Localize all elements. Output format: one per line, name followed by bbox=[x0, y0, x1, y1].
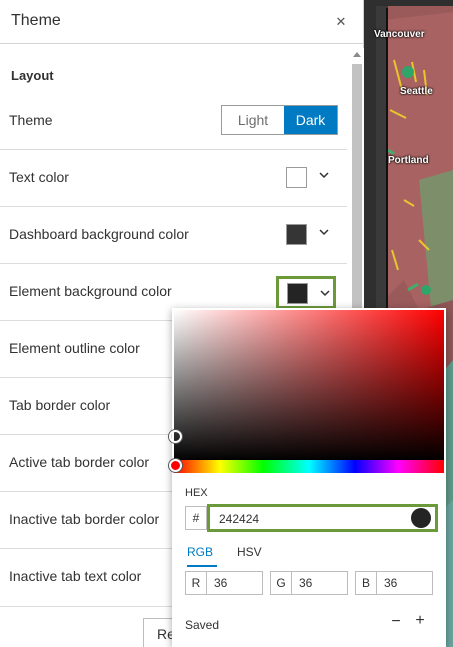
hex-input-group: # bbox=[185, 504, 438, 532]
chevron-down-icon bbox=[320, 290, 330, 297]
chevron-down-icon bbox=[319, 229, 329, 236]
hex-input[interactable] bbox=[219, 510, 399, 528]
channel-label: R bbox=[185, 571, 207, 595]
hex-field-frame bbox=[207, 504, 438, 532]
map-label-vancouver: Vancouver bbox=[374, 29, 425, 40]
color-swatch bbox=[286, 167, 307, 188]
setting-row-dashboard-background-color: Dashboard background color bbox=[0, 207, 347, 264]
channel-g-input[interactable] bbox=[292, 571, 348, 595]
channel-b: B bbox=[355, 571, 433, 595]
color-swatch bbox=[286, 224, 307, 245]
scroll-up-arrow-icon[interactable] bbox=[353, 52, 361, 57]
hex-hash-prefix: # bbox=[185, 506, 207, 530]
saturation-value-handle[interactable] bbox=[169, 430, 182, 443]
color-picker-popover: HEX # RGB HSV R G B Saved − + bbox=[169, 308, 446, 647]
setting-label: Element background color bbox=[9, 283, 172, 299]
hue-slider-handle[interactable] bbox=[169, 459, 182, 472]
setting-label: Text color bbox=[9, 169, 69, 185]
current-color-preview bbox=[411, 508, 431, 528]
chevron-down-icon bbox=[319, 172, 329, 179]
channel-label: B bbox=[355, 571, 377, 595]
theme-toggle[interactable]: Light Dark bbox=[221, 105, 338, 135]
saved-colors-label: Saved bbox=[185, 618, 220, 632]
setting-label: Active tab border color bbox=[9, 454, 150, 470]
tab-hsv[interactable]: HSV bbox=[237, 545, 267, 567]
setting-label: Inactive tab border color bbox=[9, 511, 160, 527]
panel-header: Theme ✕ bbox=[0, 0, 363, 44]
text-color-picker-button[interactable] bbox=[280, 163, 336, 193]
hex-label: HEX bbox=[185, 487, 208, 499]
channel-b-input[interactable] bbox=[377, 571, 433, 595]
element-background-color-picker-button[interactable] bbox=[276, 276, 336, 309]
color-swatch bbox=[287, 283, 308, 304]
channel-r-input[interactable] bbox=[207, 571, 263, 595]
channel-g: G bbox=[270, 571, 348, 595]
close-button[interactable]: ✕ bbox=[330, 12, 352, 32]
setting-label: Element outline color bbox=[9, 340, 140, 356]
theme-label: Theme bbox=[9, 112, 53, 128]
theme-option-dark[interactable]: Dark bbox=[284, 106, 337, 134]
setting-label: Tab border color bbox=[9, 397, 111, 413]
add-saved-color-button[interactable]: + bbox=[412, 612, 428, 632]
channel-r: R bbox=[185, 571, 263, 595]
panel-title: Theme bbox=[11, 12, 61, 29]
channel-label: G bbox=[270, 571, 292, 595]
map-label-seattle: Seattle bbox=[400, 86, 433, 97]
map-label-portland: Portland bbox=[388, 155, 429, 166]
section-title-layout: Layout bbox=[11, 68, 54, 83]
dashboard-background-color-picker-button[interactable] bbox=[280, 220, 336, 250]
close-icon: ✕ bbox=[335, 14, 347, 29]
hue-slider[interactable] bbox=[174, 460, 444, 473]
saturation-value-field[interactable] bbox=[174, 310, 444, 461]
setting-label: Inactive tab text color bbox=[9, 568, 142, 584]
theme-row: Theme Light Dark bbox=[0, 93, 347, 150]
theme-option-light[interactable]: Light bbox=[222, 106, 284, 134]
remove-saved-color-button[interactable]: − bbox=[388, 613, 404, 633]
tab-rgb[interactable]: RGB bbox=[187, 545, 217, 567]
setting-label: Dashboard background color bbox=[9, 226, 189, 242]
setting-row-text-color: Text color bbox=[0, 150, 347, 207]
